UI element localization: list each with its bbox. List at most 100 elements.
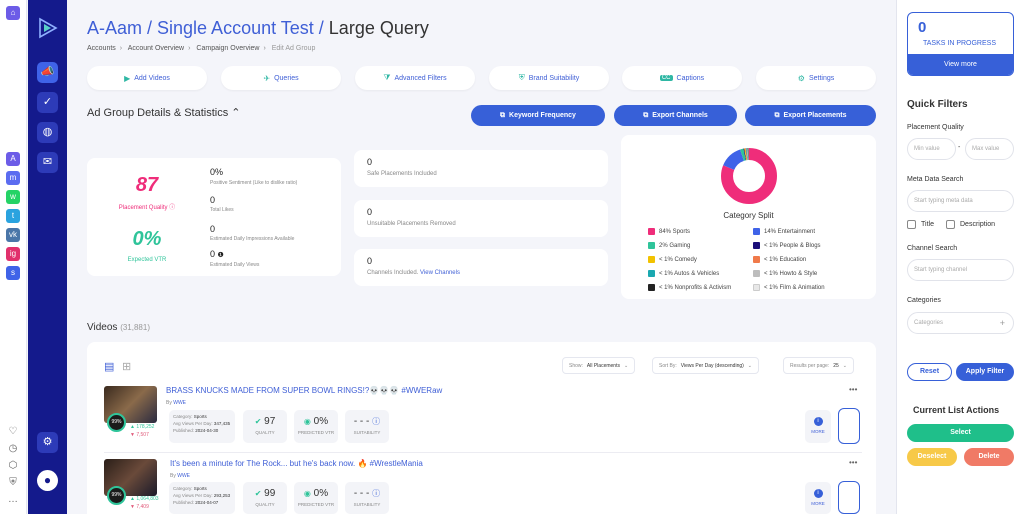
select-video-toggle[interactable] xyxy=(838,408,860,444)
shield-icon: ⛨ xyxy=(518,73,525,82)
logo-icon xyxy=(39,17,58,39)
clock-icon[interactable]: ◷ xyxy=(7,443,19,455)
view-more-button[interactable]: View more xyxy=(908,54,1013,75)
keyword-frequency-button[interactable]: ⧉ Keyword Frequency xyxy=(471,105,605,126)
whatsapp-icon[interactable]: w xyxy=(6,190,20,204)
expected-vtr-label: Expected VTR xyxy=(127,257,167,263)
quick-filters-title: Quick Filters xyxy=(907,99,968,110)
min-value-input[interactable]: Min value xyxy=(907,138,956,160)
stats-card: 87 Placement Quality ⓘ 0% Expected VTR 0… xyxy=(87,158,341,276)
tab-settings[interactable]: ⚙ Settings xyxy=(756,66,876,90)
legend-item: < 1% Howto & Style xyxy=(753,270,817,277)
export-channels-button[interactable]: ⧉ Export Channels xyxy=(614,105,737,126)
legend-item: < 1% Film & Animation xyxy=(753,284,825,291)
video-title[interactable]: BRASS KNUCKS MADE FROM SUPER BOWL RINGS!… xyxy=(166,386,442,395)
plus-icon: + xyxy=(999,318,1005,328)
more-icon[interactable]: … xyxy=(7,494,19,506)
row-divider xyxy=(104,452,862,453)
info-icon[interactable]: ❶ xyxy=(218,252,224,259)
vk-icon[interactable]: vk xyxy=(6,228,20,242)
video-channel: By WWE xyxy=(166,400,187,406)
info-icon[interactable]: ⓘ xyxy=(169,205,175,211)
tab-brand-suitability[interactable]: ⛨ Brand Suitability xyxy=(489,66,609,90)
reset-button[interactable]: Reset xyxy=(907,363,952,381)
globe-icon[interactable]: ◍ xyxy=(37,122,58,143)
info-icon[interactable]: ⓘ xyxy=(372,417,380,426)
sort-dropdown[interactable]: Sort By: Views Per Day (descending) ⌄ xyxy=(652,357,759,374)
messenger-icon[interactable]: m xyxy=(6,171,20,185)
nav-sidebar: 📣 ✓ ◍ ✉ ⚙ ● xyxy=(28,0,67,514)
app-strip: ⌂ Am w t vk ig s ♡ ◷ ⬡ ⛨ … xyxy=(0,0,27,514)
row-menu-icon[interactable]: ••• xyxy=(849,385,857,394)
results-per-page-dropdown[interactable]: Results per page: 25 ⌄ xyxy=(783,357,854,374)
description-checkbox[interactable] xyxy=(946,220,955,229)
view-channels-link[interactable]: View Channels xyxy=(420,270,460,276)
legend-swatch xyxy=(753,284,760,291)
info-icon: i xyxy=(813,489,823,498)
settings-icon[interactable]: ⚙ xyxy=(37,432,58,453)
tab-advanced-filters[interactable]: ⧩ Advanced Filters xyxy=(355,66,475,90)
show-dropdown[interactable]: Show: All Placements ⌄ xyxy=(562,357,636,374)
breadcrumb-campaign-overview[interactable]: Campaign Overview xyxy=(196,45,259,52)
more-button[interactable]: i MORE xyxy=(805,482,831,514)
category-split-card: Category Split 84% Sports 14% Entertainme… xyxy=(621,135,876,299)
chevron-down-icon: ⌄ xyxy=(623,362,629,369)
safe-placements-value: 0 xyxy=(367,157,373,167)
deselect-button[interactable]: Deselect xyxy=(907,448,957,466)
categories-select[interactable]: Categories + xyxy=(907,312,1014,334)
legend-swatch xyxy=(753,228,760,235)
legend-item: < 1% Autos & Vehicles xyxy=(648,270,719,277)
channel-link[interactable]: WWE xyxy=(173,400,186,406)
placement-quality-value: 87 xyxy=(135,174,159,196)
daily-views-value: 0 ❶ xyxy=(210,249,224,259)
select-video-toggle[interactable] xyxy=(838,481,860,514)
video-suitability: - - - ⓘ SUITABILITY xyxy=(345,482,389,514)
list-view-icon[interactable]: ▤ xyxy=(104,360,114,373)
breadcrumb-accounts[interactable]: Accounts xyxy=(87,45,116,52)
home-app-icon[interactable]: ⌂ xyxy=(6,6,20,20)
legend-label: < 1% Comedy xyxy=(659,256,697,263)
range-separator: - xyxy=(958,144,961,151)
tab-queries[interactable]: ✈ Queries xyxy=(221,66,341,90)
heart-icon[interactable]: ♡ xyxy=(7,426,19,438)
shield-app-icon[interactable]: ⛨ xyxy=(7,477,19,489)
assistant-app-icon[interactable]: A xyxy=(6,152,20,166)
positive-sentiment-label: Positive Sentiment (Like to dislike rati… xyxy=(210,180,298,186)
channel-search-input[interactable]: Start typing channel xyxy=(907,259,1014,281)
tab-add-videos[interactable]: ▶ Add Videos xyxy=(87,66,207,90)
cube-icon[interactable]: ⬡ xyxy=(7,460,19,472)
info-icon[interactable]: ⓘ xyxy=(372,489,380,498)
more-button[interactable]: i MORE xyxy=(805,410,831,443)
telegram-icon[interactable]: t xyxy=(6,209,20,223)
title-checkbox[interactable] xyxy=(907,220,916,229)
apply-filter-button[interactable]: Apply Filter xyxy=(956,363,1014,381)
export-placements-button[interactable]: ⧉ Export Placements xyxy=(745,105,876,126)
chevron-up-icon[interactable]: ⌃ xyxy=(231,107,240,119)
legend-item: 2% Gaming xyxy=(648,242,690,249)
megaphone-icon[interactable]: 📣 xyxy=(37,62,58,83)
eye-icon: ◉ xyxy=(303,489,311,498)
meta-search-label: Meta Data Search xyxy=(907,176,964,183)
expected-vtr-value: 0% xyxy=(132,228,162,250)
video-title[interactable]: It's been a minute for The Rock... but h… xyxy=(170,459,423,468)
user-avatar-icon[interactable]: ● xyxy=(37,470,58,491)
unsuitable-placements-card: 0 Unsuitable Placements Removed xyxy=(354,200,608,237)
daily-impressions-value: 0 xyxy=(210,224,216,234)
legend-label: < 1% People & Blogs xyxy=(764,242,821,249)
tab-captions[interactable]: CC Captions xyxy=(622,66,742,90)
grid-view-icon[interactable]: ⊞ xyxy=(122,360,131,373)
store-icon[interactable]: s xyxy=(6,266,20,280)
select-button[interactable]: Select xyxy=(907,424,1014,442)
section-title[interactable]: Ad Group Details & Statistics ⌃ xyxy=(87,106,241,119)
shield-check-icon[interactable]: ✓ xyxy=(37,92,58,113)
placement-quality-label: Placement Quality ⓘ xyxy=(118,205,176,211)
meta-data-search-input[interactable]: Start typing meta data xyxy=(907,190,1014,212)
chat-icon[interactable]: ✉ xyxy=(37,152,58,173)
row-menu-icon[interactable]: ••• xyxy=(849,458,857,467)
max-value-input[interactable]: Max value xyxy=(965,138,1014,160)
breadcrumb-account-overview[interactable]: Account Overview xyxy=(128,45,184,52)
channel-link[interactable]: WWE xyxy=(177,473,190,479)
instagram-icon[interactable]: ig xyxy=(6,247,20,261)
delete-button[interactable]: Delete xyxy=(964,448,1014,466)
video-score-badge: 99% xyxy=(107,413,126,432)
